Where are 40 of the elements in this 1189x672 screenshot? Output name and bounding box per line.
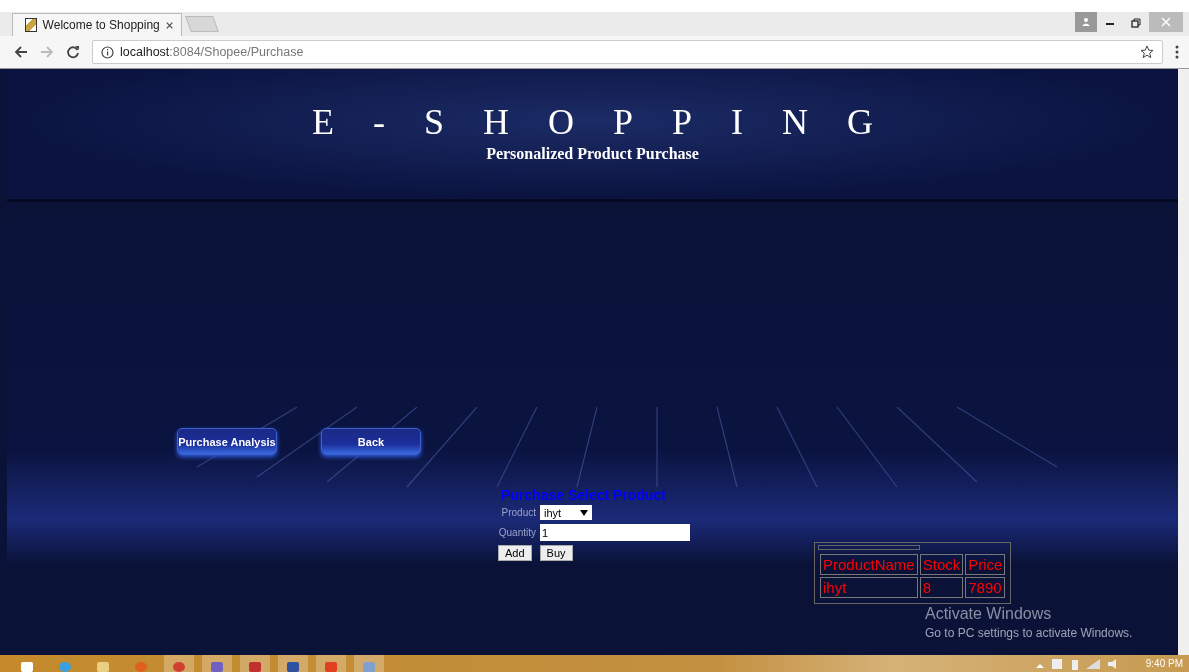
- table-cell: ihyt: [820, 577, 918, 598]
- column-header: Stock: [919, 554, 964, 575]
- back-button[interactable]: Back: [321, 428, 421, 455]
- scrollbar[interactable]: [1178, 69, 1189, 655]
- close-button[interactable]: [1149, 12, 1183, 32]
- dropdown-icon: [580, 509, 588, 516]
- purchase-analysis-button[interactable]: Purchase Analysis: [177, 428, 277, 455]
- menu-icon[interactable]: [1175, 45, 1179, 59]
- browser-tab[interactable]: Welcome to Shopping: [12, 13, 182, 36]
- reload-icon[interactable]: [66, 45, 80, 59]
- info-icon: [101, 45, 114, 59]
- star-icon[interactable]: [1140, 45, 1154, 59]
- column-header: Price: [965, 554, 1006, 575]
- profile-button[interactable]: [1075, 12, 1097, 32]
- add-button[interactable]: Add: [498, 545, 532, 561]
- back-icon[interactable]: [14, 45, 28, 59]
- address-bar[interactable]: localhost:8084/Shopee/Purchase: [92, 40, 1163, 64]
- close-icon: [1161, 17, 1171, 27]
- buy-button[interactable]: Buy: [539, 545, 573, 561]
- activation-message: Go to PC settings to activate Windows.: [925, 626, 1133, 640]
- product-select[interactable]: ihyt: [540, 505, 592, 520]
- column-header: ProductName: [820, 554, 918, 575]
- clock: 9:40 PM: [1145, 658, 1183, 669]
- favicon-icon: [25, 18, 37, 32]
- form-title: Purchase Select Product: [500, 487, 667, 503]
- table-cell: 8: [919, 577, 964, 598]
- forward-icon[interactable]: [40, 45, 54, 59]
- quantity-label: Quantity: [498, 527, 536, 538]
- site-subtitle: Personalized Product Purchase: [486, 145, 699, 163]
- product-label: Product: [500, 507, 536, 518]
- restore-icon[interactable]: [1131, 18, 1141, 28]
- person-icon: [1081, 17, 1091, 27]
- tab-title: Welcome to Shopping: [42, 18, 160, 32]
- activation-title: Activate Windows: [925, 605, 1053, 623]
- quantity-field[interactable]: 1: [540, 524, 690, 541]
- site-title: E-SHOPPING: [311, 101, 912, 143]
- new-tab-button[interactable]: [185, 16, 219, 32]
- table-cell: 7890: [965, 577, 1006, 598]
- close-icon[interactable]: [165, 20, 173, 30]
- url-text: localhost:8084/Shopee/Purchase: [120, 45, 304, 59]
